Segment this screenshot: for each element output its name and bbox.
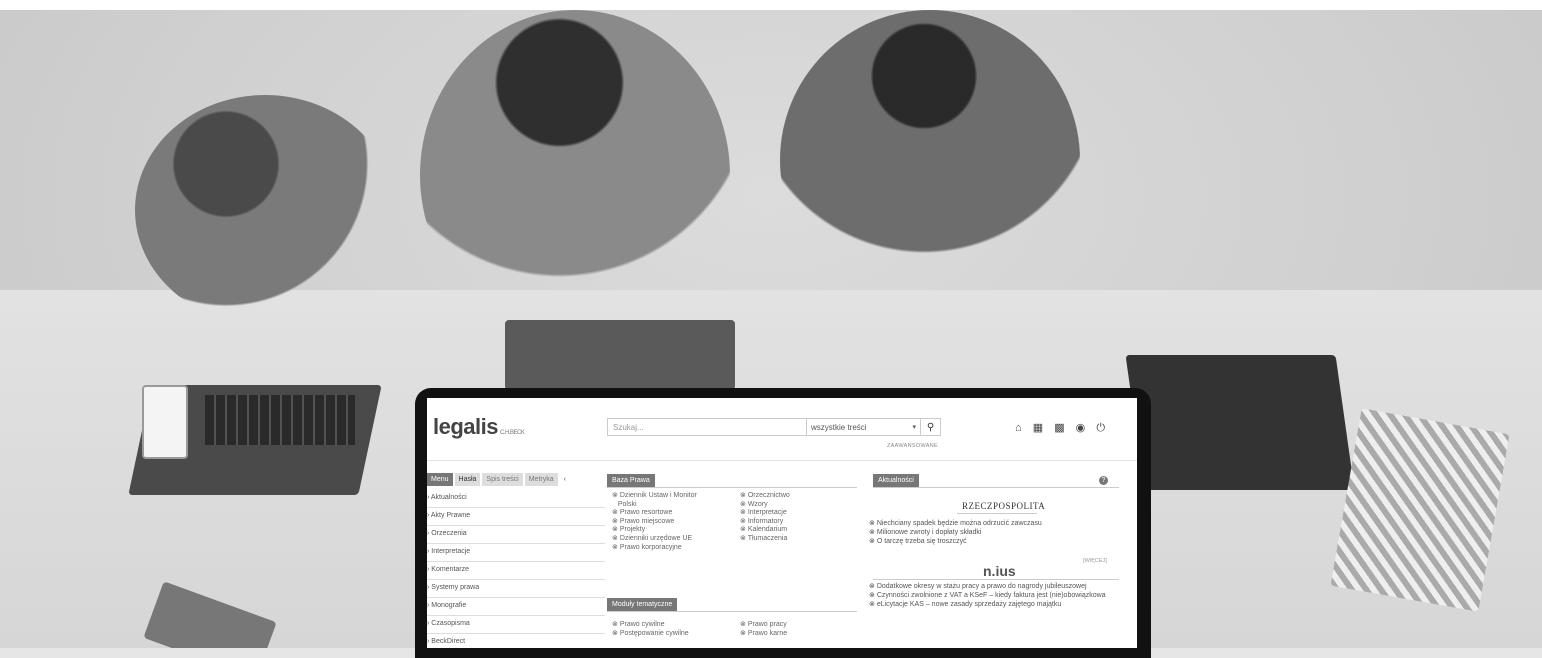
list-item[interactable]: ⊗ Projekty xyxy=(612,526,697,535)
news-list-2: ⊗ Dodatkowe okresy w stażu pracy a prawo… xyxy=(869,583,1129,609)
news-item[interactable]: ⊗ Czynności zwolnione z VAT a KSeF – kie… xyxy=(869,592,1129,601)
collapse-button[interactable]: ‹ xyxy=(559,473,570,486)
person-4 xyxy=(1060,60,1380,360)
toolbar-icons: ⌂ ▦ ▩ ◉ ⏻ xyxy=(1015,421,1113,435)
news-list-1: ⊗ Niechciany spadek będzie można odrzuci… xyxy=(869,520,1129,546)
person-1 xyxy=(135,95,395,325)
list-item[interactable]: ⊗ Wzory xyxy=(740,501,790,510)
moduly-col-2: ⊗ Prawo pracy ⊗ Prawo karne xyxy=(740,621,787,638)
menu-item[interactable]: › Akty Prawne xyxy=(427,508,605,526)
person-3 xyxy=(780,10,1080,310)
nius-logo[interactable]: n.ius xyxy=(983,563,1016,579)
briefcase-icon[interactable]: ▩ xyxy=(1054,422,1064,434)
laptop-right xyxy=(1125,355,1355,490)
menu-item[interactable]: › Interpretacje xyxy=(427,544,605,562)
chevron-down-icon: ▾ xyxy=(912,424,916,431)
news-item[interactable]: ⊗ Niechciany spadek będzie można odrzuci… xyxy=(869,520,1129,529)
divider xyxy=(607,487,857,488)
menu-item[interactable]: › Komentarze xyxy=(427,562,605,580)
news-item[interactable]: ⊗ Dodatkowe okresy w stażu pracy a prawo… xyxy=(869,583,1129,592)
divider xyxy=(957,513,1037,514)
news-item[interactable]: ⊗ Milionowe zwroty i dopłaty składki xyxy=(869,529,1129,538)
keyboard-left xyxy=(205,395,355,445)
list-item[interactable]: ⊗ Orzecznictwo xyxy=(740,492,790,501)
top-margin xyxy=(0,0,1542,10)
divider xyxy=(873,487,1119,488)
laptop-center xyxy=(505,320,735,390)
search-input[interactable]: Szukaj... xyxy=(607,418,807,436)
power-icon[interactable]: ⏻ xyxy=(1096,422,1105,434)
logo-sub: C.H.BECK xyxy=(499,430,525,436)
menu-item[interactable]: › BeckDirect xyxy=(427,634,605,648)
more-link[interactable]: [WIĘCEJ] xyxy=(1083,558,1107,564)
left-menu: › Aktualności › Akty Prawne › Orzeczenia… xyxy=(427,490,605,648)
tab-menu[interactable]: Menu xyxy=(427,473,453,486)
home-icon[interactable]: ⌂ xyxy=(1015,422,1022,434)
person-2 xyxy=(420,10,730,340)
divider xyxy=(873,579,1119,580)
list-item[interactable]: ⊗ Prawo miejscowe xyxy=(612,518,697,527)
list-item[interactable]: ⊗ Prawo korporacyjne xyxy=(612,544,697,553)
tab-hasla[interactable]: Hasła xyxy=(454,473,481,486)
baza-col-1: ⊗ Dziennik Ustaw i Monitor Polski ⊗ Praw… xyxy=(612,492,697,552)
moduly-header: Moduły tematyczne xyxy=(607,598,678,611)
list-item[interactable]: ⊗ Informatory xyxy=(740,518,790,527)
list-item[interactable]: ⊗ Dzienniki urzędowe UE xyxy=(612,535,697,544)
rzeczpospolita-logo[interactable]: RZECZPOSPOLITA xyxy=(962,501,1045,511)
legalis-screen: legalis C.H.BECK Szukaj... wszystkie treś… xyxy=(427,398,1137,648)
user-icon[interactable]: ◉ xyxy=(1076,422,1086,434)
list-item[interactable]: ⊗ Interpretacje xyxy=(740,509,790,518)
tab-metryka[interactable]: Metryka xyxy=(524,473,558,486)
phone xyxy=(142,385,188,459)
search-icon: ⚲ xyxy=(926,422,935,433)
moduly-col-1: ⊗ Prawo cywilne ⊗ Postępowanie cywilne xyxy=(612,621,689,638)
news-item[interactable]: ⊗ eLicytacje KAS – nowe zasady sprzedaży… xyxy=(869,601,1129,610)
menu-item[interactable]: › Czasopisma xyxy=(427,616,605,634)
list-item[interactable]: ⊗ Kalendarium xyxy=(740,526,790,535)
news-item[interactable]: ⊗ O tarczę trzeba się troszczyć xyxy=(869,538,1129,547)
baza-col-2: ⊗ Orzecznictwo ⊗ Wzory ⊗ Interpretacje ⊗… xyxy=(740,492,790,544)
baza-prawa-header: Baza Prawa xyxy=(607,474,655,487)
list-item[interactable]: ⊗ Tłumaczenia xyxy=(740,535,790,544)
menu-item[interactable]: › Systemy prawa xyxy=(427,580,605,598)
news-header: Aktualności xyxy=(873,474,919,487)
left-tabs: Menu Hasła Spis treści Metryka ‹ xyxy=(427,473,605,486)
list-item[interactable]: ⊗ Dziennik Ustaw i Monitor xyxy=(612,492,697,501)
list-item[interactable]: ⊗ Prawo pracy xyxy=(740,621,787,630)
list-item[interactable]: ⊗ Prawo cywilne xyxy=(612,621,689,630)
list-item[interactable]: ⊗ Postępowanie cywilne xyxy=(612,630,689,639)
notebook-right xyxy=(1330,408,1510,612)
list-item[interactable]: ⊗ Prawo resortowe xyxy=(612,509,697,518)
calendar-icon[interactable]: ▦ xyxy=(1033,422,1043,434)
help-icon[interactable]: ? xyxy=(1099,476,1108,485)
menu-item[interactable]: › Monografie xyxy=(427,598,605,616)
list-item[interactable]: ⊗ Prawo karne xyxy=(740,630,787,639)
list-item[interactable]: Polski xyxy=(612,501,697,510)
tab-spis-tresci[interactable]: Spis treści xyxy=(482,473,523,486)
scope-select[interactable]: wszystkie treści ▾ xyxy=(807,418,921,436)
advanced-search-link[interactable]: ZAAWANSOWANE xyxy=(887,443,938,449)
menu-item[interactable]: › Aktualności xyxy=(427,490,605,508)
menu-item[interactable]: › Orzeczenia xyxy=(427,526,605,544)
header: legalis C.H.BECK Szukaj... wszystkie treś… xyxy=(427,398,1137,461)
logo[interactable]: legalis C.H.BECK xyxy=(433,414,525,440)
divider xyxy=(607,611,857,612)
search-button[interactable]: ⚲ xyxy=(921,418,941,436)
